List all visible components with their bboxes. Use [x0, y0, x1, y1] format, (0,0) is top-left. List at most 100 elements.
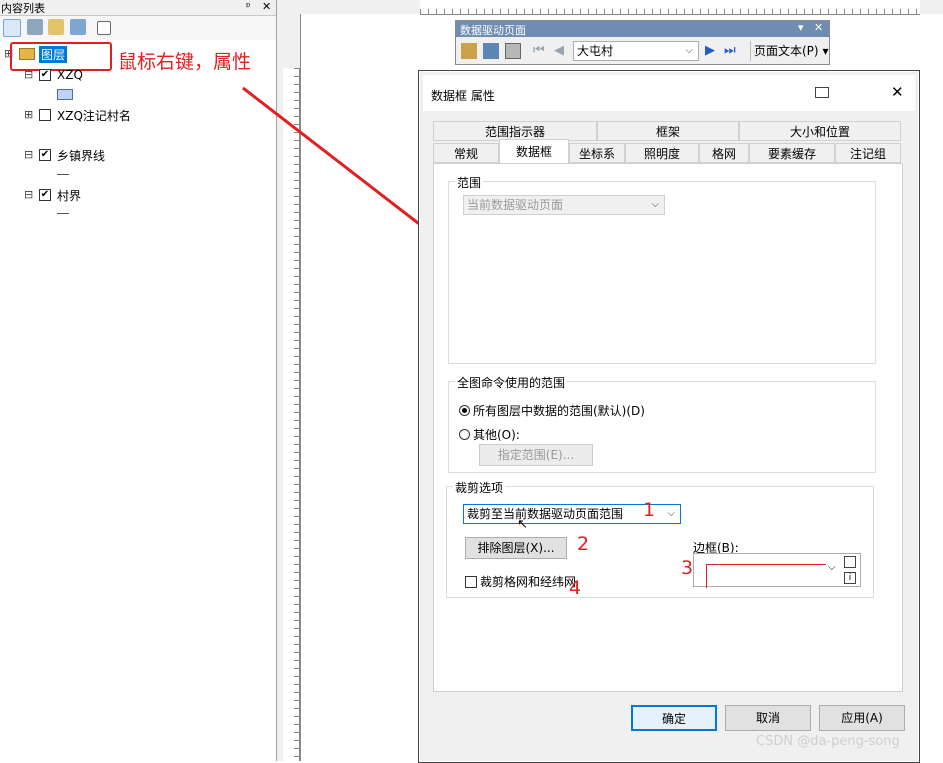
clip-options-label: 裁剪选项 — [453, 479, 506, 496]
window-icon[interactable] — [815, 87, 829, 98]
radio-button[interactable] — [459, 429, 470, 440]
full-extent-group: 全图命令使用的范围 所有图层中数据的范围(默认)(D) 其他(O): 指定范围(… — [448, 374, 876, 473]
table-icon[interactable] — [505, 43, 521, 59]
toc-title: 内容列表 — [1, 2, 45, 15]
page-text-label: 页面文本(P) — [754, 44, 819, 58]
properties-icon[interactable]: i — [844, 572, 856, 584]
border-picker[interactable]: ⌵ i — [693, 553, 861, 588]
tab-frame[interactable]: 框架 — [597, 121, 739, 141]
clip-grids-option[interactable]: 裁剪格网和经纬网 — [465, 573, 576, 590]
radio-button[interactable] — [459, 405, 470, 416]
chevron-down-icon: ⌵ — [667, 508, 675, 519]
clip-select-value: 裁剪至当前数据驱动页面范围 — [467, 507, 624, 521]
clip-grids-label: 裁剪格网和经纬网 — [480, 575, 577, 589]
first-page-icon[interactable]: ⏮ — [533, 43, 545, 58]
symbol-selector-icon[interactable] — [844, 556, 856, 568]
expand-icon[interactable]: ⊞ — [24, 109, 33, 120]
last-page-icon[interactable]: ⏭ — [724, 43, 736, 58]
annotation-number: 2 — [577, 533, 590, 555]
list-by-selection-icon[interactable] — [70, 19, 86, 35]
close-icon[interactable]: ✕ — [262, 0, 271, 13]
chevron-down-icon[interactable]: ⌵ — [828, 562, 836, 573]
toc-header: 内容列表 ᵖ ✕ — [0, 0, 276, 16]
clip-grids-checkbox[interactable] — [465, 575, 477, 588]
layer-checkbox[interactable] — [39, 109, 51, 121]
annotation-right-click: 鼠标右键，属性 — [118, 51, 252, 73]
close-icon[interactable]: ✕ — [814, 21, 823, 34]
dialog-titlebar[interactable]: 数据框 属性 ✕ — [423, 75, 915, 111]
clip-options-group: 裁剪选项 裁剪至当前数据驱动页面范围 ⌵ ↖ 1 排除图层(X)... 2 边框… — [446, 479, 874, 599]
ok-button[interactable]: 确定 — [631, 705, 717, 731]
extent-label: 范围 — [455, 174, 484, 191]
tree-row-layer[interactable]: ⊟ ✔ 村界 — [24, 186, 81, 204]
chevron-down-icon: ⌵ — [685, 45, 693, 56]
tab-general[interactable]: 常规 — [433, 143, 499, 163]
layer-checkbox[interactable]: ✔ — [39, 69, 51, 81]
collapse-icon[interactable]: ⊟ — [24, 189, 33, 200]
tree-row-layer[interactable]: ⊟ ✔ 乡镇界线 — [24, 146, 105, 164]
toolbar-title: 数据驱动页面 — [460, 24, 526, 37]
page-select-value: 大屯村 — [577, 44, 614, 58]
apply-button[interactable]: 应用(A) — [819, 705, 905, 731]
collapse-icon[interactable]: ⊟ — [24, 149, 33, 160]
data-frame-properties-dialog: 数据框 属性 ✕ 范围指示器 框架 大小和位置 常规 数据框 坐标系 照明度 格… — [418, 70, 920, 763]
tab-page: 范围 当前数据驱动页面 ⌵ 全图命令使用的范围 所有图层中数据的范围(默认)(D… — [433, 163, 903, 692]
radio-other-label: 其他(O): — [473, 428, 520, 442]
full-extent-label: 全图命令使用的范围 — [455, 374, 568, 391]
extent-select: 当前数据驱动页面 ⌵ — [463, 195, 665, 215]
tab-coordinate-system[interactable]: 坐标系 — [569, 143, 625, 163]
annotation-number: 3 — [681, 557, 694, 579]
setup-pages-icon[interactable] — [461, 43, 477, 59]
tab-illumination[interactable]: 照明度 — [625, 143, 699, 163]
tab-grids[interactable]: 格网 — [699, 143, 749, 163]
options-icon[interactable] — [97, 21, 111, 35]
radio-other-extent[interactable]: 其他(O): — [459, 426, 520, 443]
tab-size-position[interactable]: 大小和位置 — [739, 121, 901, 141]
layer-checkbox[interactable]: ✔ — [39, 189, 51, 201]
radio-default-extent[interactable]: 所有图层中数据的范围(默认)(D) — [459, 402, 645, 419]
dropdown-icon: ▾ — [822, 44, 829, 58]
refresh-icon[interactable] — [483, 43, 499, 59]
annotation-number: 4 — [569, 577, 582, 599]
page-text-menu[interactable]: 页面文本(P) ▾ — [750, 41, 828, 61]
border-preview — [706, 564, 826, 588]
cancel-button[interactable]: 取消 — [725, 705, 811, 731]
radio-default-label: 所有图层中数据的范围(默认)(D) — [473, 404, 645, 418]
layer-checkbox[interactable]: ✔ — [39, 149, 51, 161]
chevron-down-icon: ⌵ — [651, 199, 659, 210]
collapse-icon[interactable]: ⊟ — [24, 69, 33, 80]
watermark: CSDN @da-peng-song — [756, 734, 900, 749]
data-driven-pages-toolbar: 数据驱动页面 ▾ ✕ ⏮ ◀ 大屯村 ⌵ ▶ ⏭ 页面文本(P) ▾ — [455, 20, 830, 65]
tab-feature-cache[interactable]: 要素缓存 — [749, 143, 835, 163]
mouse-cursor-icon: ↖ — [517, 517, 528, 532]
toolbar-titlebar[interactable]: 数据驱动页面 ▾ ✕ — [456, 21, 829, 37]
layer-label[interactable]: XZQ — [57, 68, 83, 82]
tab-data-frame[interactable]: 数据框 — [499, 139, 569, 164]
tree-row-layer[interactable]: ⊞ XZQ注记村名 — [24, 106, 131, 124]
extent-select-value: 当前数据驱动页面 — [467, 198, 564, 212]
close-icon[interactable]: ✕ — [891, 83, 904, 101]
layer-label[interactable]: 村界 — [57, 187, 81, 204]
dialog-title: 数据框 属性 — [431, 89, 495, 103]
dropdown-icon[interactable]: ▾ — [798, 21, 804, 34]
toc-toolbar — [0, 16, 276, 40]
list-by-drawing-order-icon[interactable] — [3, 19, 21, 37]
list-by-visibility-icon[interactable] — [48, 19, 64, 35]
layer-label[interactable]: XZQ注记村名 — [57, 107, 131, 124]
list-by-source-icon[interactable] — [27, 19, 43, 35]
specify-extent-button: 指定范围(E)... — [479, 444, 593, 466]
tab-annotation-groups[interactable]: 注记组 — [835, 143, 901, 163]
next-page-icon[interactable]: ▶ — [705, 43, 715, 58]
tree-row-layer[interactable]: ⊟ ✔ XZQ — [24, 66, 83, 84]
page-select[interactable]: 大屯村 ⌵ — [573, 41, 699, 61]
previous-page-icon[interactable]: ◀ — [554, 43, 564, 58]
exclude-layers-button[interactable]: 排除图层(X)... — [465, 537, 567, 559]
top-ruler — [420, 0, 920, 15]
line-symbol-icon — [57, 174, 69, 175]
tab-extent-indicators[interactable]: 范围指示器 — [433, 121, 597, 141]
pin-icon[interactable]: ᵖ — [246, 0, 251, 13]
polygon-symbol-icon — [57, 89, 73, 100]
line-symbol-icon — [57, 213, 69, 214]
extent-group: 范围 当前数据驱动页面 ⌵ — [448, 174, 876, 364]
layer-label[interactable]: 乡镇界线 — [57, 147, 105, 164]
